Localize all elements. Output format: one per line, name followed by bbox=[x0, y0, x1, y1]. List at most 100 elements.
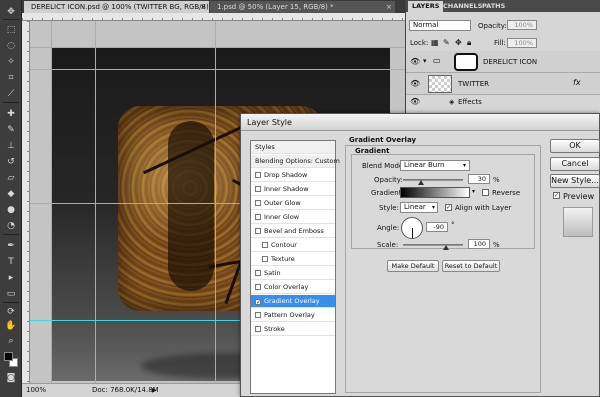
lock-all-icon[interactable]: 🔒︎ bbox=[467, 38, 471, 48]
checkbox[interactable] bbox=[255, 200, 261, 206]
style-inner-glow[interactable]: Inner Glow bbox=[251, 211, 335, 224]
clone-stamp-tool-icon[interactable]: ⊥ bbox=[4, 140, 18, 151]
shape-tool-icon[interactable]: ▭ bbox=[4, 288, 18, 299]
guide-line[interactable] bbox=[30, 47, 405, 48]
expand-arrow-icon[interactable]: ▾ bbox=[423, 57, 427, 65]
pen-tool-icon[interactable]: ✒ bbox=[4, 240, 18, 251]
close-icon[interactable]: × bbox=[200, 1, 206, 13]
style-gradient-overlay[interactable]: ✓ Gradient Overlay bbox=[251, 295, 335, 308]
magic-wand-tool-icon[interactable]: ✧ bbox=[4, 56, 18, 67]
dodge-tool-icon[interactable]: ◔ bbox=[4, 220, 18, 231]
checkbox[interactable] bbox=[255, 186, 261, 192]
checkbox[interactable] bbox=[262, 242, 268, 248]
eye-icon[interactable]: 👁︎ bbox=[410, 97, 420, 106]
foreground-color-swatch[interactable] bbox=[4, 352, 13, 361]
style-texture[interactable]: Texture bbox=[251, 253, 335, 266]
brush-tool-icon[interactable]: ✎ bbox=[4, 124, 18, 135]
ok-button[interactable]: OK bbox=[550, 139, 600, 153]
horizontal-ruler[interactable] bbox=[22, 13, 405, 21]
style-pattern-overlay[interactable]: Pattern Overlay bbox=[251, 309, 335, 322]
type-tool-icon[interactable]: T bbox=[4, 256, 18, 267]
checkbox[interactable] bbox=[255, 284, 261, 290]
make-default-button[interactable]: Make Default bbox=[387, 260, 439, 272]
style-bevel-emboss[interactable]: Bevel and Emboss bbox=[251, 225, 335, 238]
marquee-tool-icon[interactable]: ⬚ bbox=[4, 24, 18, 35]
angle-dial[interactable] bbox=[401, 217, 423, 239]
move-tool-icon[interactable]: ✥ bbox=[4, 6, 18, 17]
scale-slider-thumb[interactable] bbox=[443, 245, 449, 250]
opacity-slider[interactable] bbox=[403, 179, 463, 181]
fx-icon[interactable]: fx bbox=[573, 78, 581, 87]
opacity-input[interactable]: 30 bbox=[468, 174, 490, 184]
align-with-layer-checkbox[interactable]: ✓ bbox=[445, 204, 452, 211]
close-icon[interactable]: × bbox=[386, 1, 392, 13]
tab-derelict-icon[interactable]: DERELICT ICON.psd @ 100% (TWITTER BG, RG… bbox=[24, 1, 209, 13]
blending-options-item[interactable]: Blending Options: Custom bbox=[251, 155, 340, 168]
style-satin[interactable]: Satin bbox=[251, 267, 335, 280]
style-inner-shadow[interactable]: Inner Shadow bbox=[251, 183, 335, 196]
effects-label: Effects bbox=[458, 98, 482, 106]
lock-transparent-icon[interactable]: ▦ bbox=[431, 38, 439, 47]
style-contour[interactable]: Contour bbox=[251, 239, 335, 252]
quick-mask-icon[interactable]: ◙ bbox=[4, 372, 18, 383]
guide-line[interactable] bbox=[30, 69, 405, 70]
checkbox[interactable] bbox=[255, 214, 261, 220]
blend-mode-value: Normal bbox=[413, 21, 439, 29]
guide-line[interactable] bbox=[95, 21, 96, 383]
lock-image-icon[interactable]: ✎ bbox=[443, 38, 450, 47]
eyedropper-tool-icon[interactable]: ⟋ bbox=[4, 88, 18, 99]
gradient-style-select[interactable]: Linear ▾ bbox=[400, 202, 438, 213]
layer-fill-input[interactable]: 100% bbox=[507, 38, 537, 48]
tab-1psd[interactable]: 1.psd @ 50% (Layer 15, RGB/8) * × bbox=[210, 1, 395, 13]
vertical-ruler[interactable] bbox=[22, 21, 30, 383]
blur-tool-icon[interactable]: ● bbox=[4, 204, 18, 215]
crop-tool-icon[interactable]: ⌗ bbox=[4, 72, 18, 83]
path-selection-tool-icon[interactable]: ▸ bbox=[4, 272, 18, 283]
3d-rotate-tool-icon[interactable]: ⟳ bbox=[4, 306, 18, 317]
layer-opacity-input[interactable]: 100% bbox=[507, 20, 537, 30]
history-brush-tool-icon[interactable]: ↺ bbox=[4, 156, 18, 167]
eye-icon[interactable]: 👁︎ bbox=[410, 57, 420, 66]
layer-blend-mode-select[interactable]: Normal bbox=[409, 20, 471, 31]
lock-position-icon[interactable]: ✥ bbox=[455, 38, 462, 47]
angle-input[interactable]: -90 bbox=[426, 222, 448, 232]
opacity-slider-thumb[interactable] bbox=[418, 180, 424, 185]
style-drop-shadow[interactable]: Drop Shadow bbox=[251, 169, 335, 182]
guide-line[interactable] bbox=[51, 21, 52, 383]
scale-slider[interactable] bbox=[403, 244, 463, 246]
checkbox[interactable] bbox=[255, 312, 261, 318]
reset-to-default-button[interactable]: Reset to Default bbox=[442, 260, 500, 272]
checkbox[interactable] bbox=[255, 326, 261, 332]
layer-row[interactable]: 👁︎ ▾ ▭ DERELICT ICON bbox=[406, 51, 600, 73]
reverse-checkbox[interactable] bbox=[482, 189, 489, 196]
layer-row[interactable]: 👁︎ TWITTER fx bbox=[406, 73, 600, 95]
style-color-overlay[interactable]: Color Overlay bbox=[251, 281, 335, 294]
style-stroke[interactable]: Stroke bbox=[251, 323, 335, 336]
eraser-tool-icon[interactable]: ▱ bbox=[4, 172, 18, 183]
lasso-tool-icon[interactable]: ◌ bbox=[4, 40, 18, 51]
eye-icon[interactable]: 👁︎ bbox=[410, 79, 420, 88]
gradient-swatch[interactable] bbox=[400, 187, 470, 198]
checkbox[interactable] bbox=[262, 256, 268, 262]
blend-mode-select[interactable]: Linear Burn ▾ bbox=[400, 160, 470, 171]
cancel-button[interactable]: Cancel bbox=[550, 157, 600, 171]
tab-paths[interactable]: PATHS bbox=[478, 1, 509, 12]
checkbox[interactable] bbox=[255, 172, 261, 178]
layer-effects-row[interactable]: 👁︎ ◈ Effects bbox=[406, 95, 600, 109]
status-menu-arrow-icon[interactable]: ▶ bbox=[152, 384, 157, 397]
styles-item[interactable]: Styles bbox=[251, 141, 335, 154]
checkbox[interactable] bbox=[255, 228, 261, 234]
preview-checkbox[interactable]: ✓ bbox=[553, 192, 560, 199]
paint-bucket-tool-icon[interactable]: ◆ bbox=[4, 188, 18, 199]
checkbox-checked[interactable]: ✓ bbox=[255, 299, 261, 306]
checkbox[interactable] bbox=[255, 270, 261, 276]
dropdown-arrow-icon[interactable]: ▾ bbox=[472, 188, 475, 195]
zoom-level[interactable]: 100% bbox=[26, 384, 46, 397]
zoom-tool-icon[interactable]: ⌕ bbox=[4, 335, 18, 346]
scale-input[interactable]: 100 bbox=[468, 239, 490, 249]
hand-tool-icon[interactable]: ✋ bbox=[4, 320, 18, 331]
healing-brush-tool-icon[interactable]: ✚ bbox=[4, 108, 18, 119]
guide-line[interactable] bbox=[215, 21, 216, 383]
style-outer-glow[interactable]: Outer Glow bbox=[251, 197, 335, 210]
new-style-button[interactable]: New Style... bbox=[550, 174, 600, 188]
